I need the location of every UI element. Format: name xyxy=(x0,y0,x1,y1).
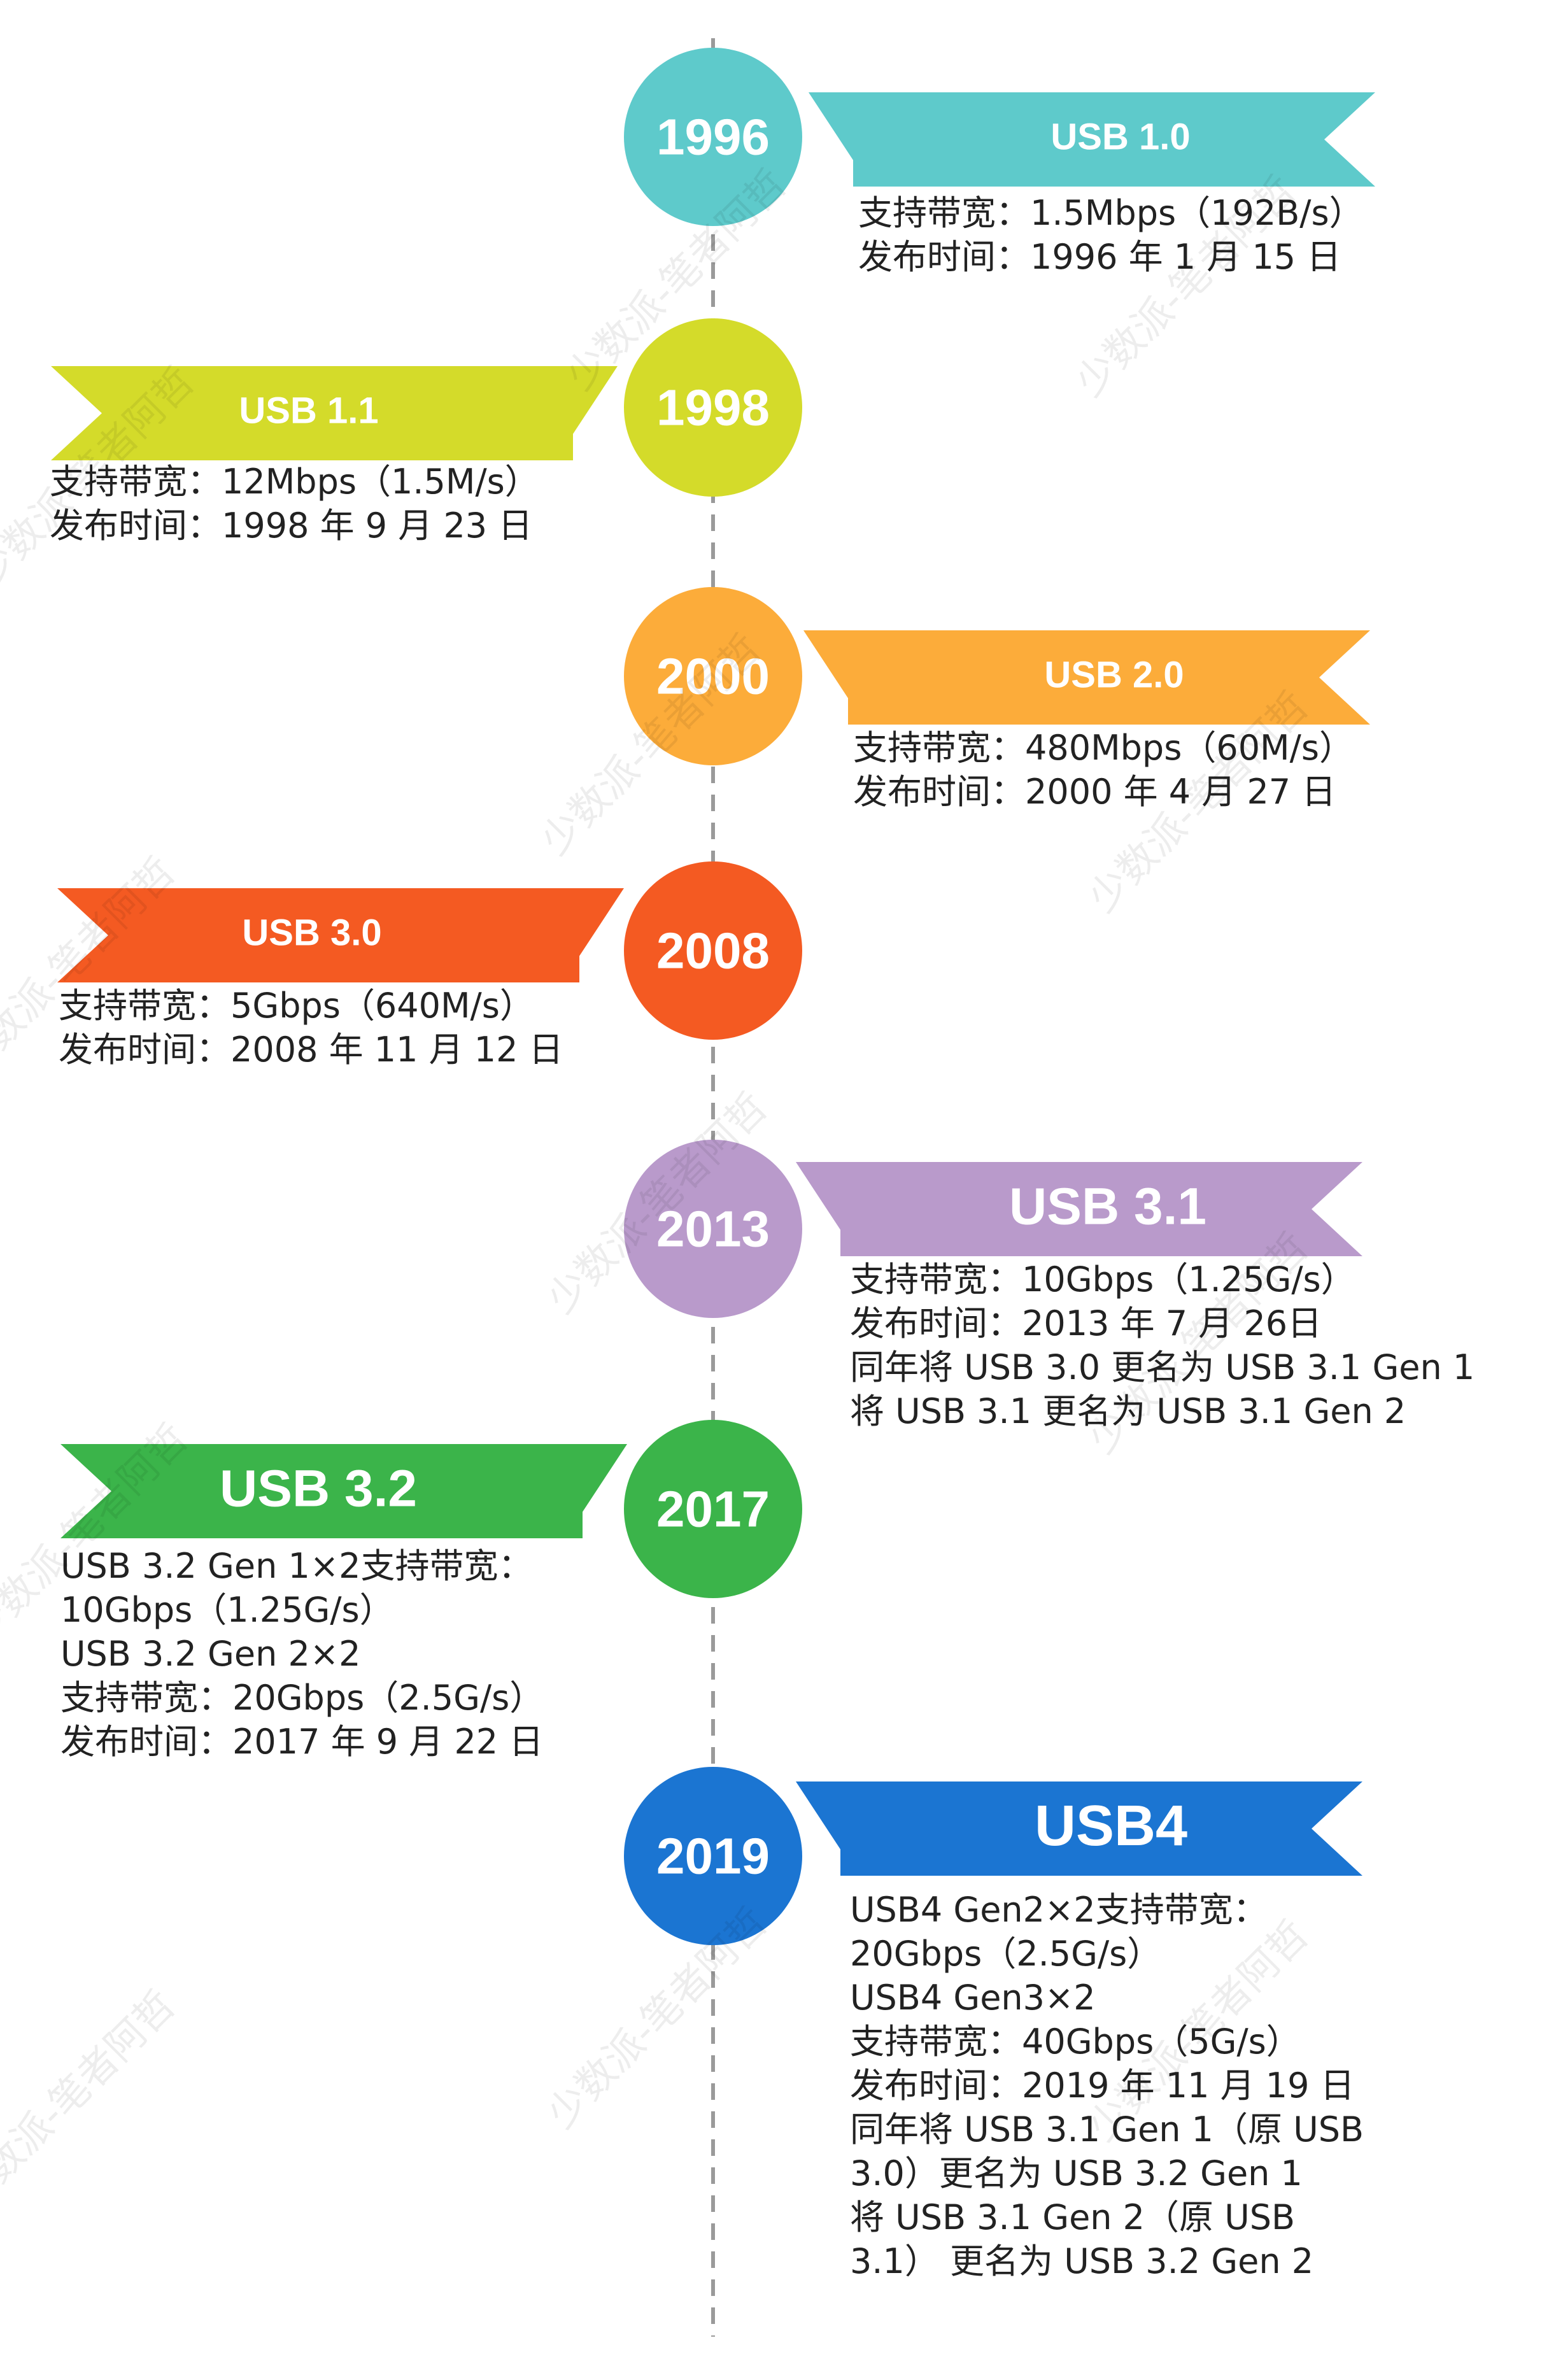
description-line: 发布时间：1998 年 9 月 23 日 xyxy=(50,506,533,546)
description-line: 发布时间：2008 年 11 月 12 日 xyxy=(59,1030,563,1070)
description-line: 支持带宽：40Gbps（5G/s） xyxy=(850,2022,1301,2062)
year-label-1998: 1998 xyxy=(656,379,770,436)
description-line: 3.0）更名为 USB 3.2 Gen 1 xyxy=(850,2153,1303,2193)
year-label-2000: 2000 xyxy=(656,648,770,705)
description-line: 支持带宽：20Gbps（2.5G/s） xyxy=(60,1678,544,1718)
ribbon-label-2019: USB4 xyxy=(1035,1794,1187,1858)
description-2000: 支持带宽：480Mbps（60M/s） 发布时间：2000 年 4 月 27 日 xyxy=(853,726,1354,814)
description-line: 10Gbps（1.25G/s） xyxy=(60,1590,394,1630)
description-2013: 支持带宽：10Gbps（1.25G/s） 发布时间：2013 年 7 月 26日同… xyxy=(850,1257,1475,1433)
ribbon-label-2008: USB 3.0 xyxy=(242,912,381,954)
description-line: 发布时间：1996 年 1 月 15 日 xyxy=(858,237,1341,277)
description-line: 同年将 USB 3.1 Gen 1（原 USB xyxy=(850,2109,1364,2150)
description-line: 将 USB 3.1 Gen 2（原 USB xyxy=(850,2197,1296,2237)
ribbon-label-2013: USB 3.1 xyxy=(1009,1178,1206,1236)
description-line: 20Gbps（2.5G/s） xyxy=(850,1934,1162,1974)
description-line: USB 3.2 Gen 2×2 xyxy=(60,1634,361,1674)
description-line: 3.1） 更名为 USB 3.2 Gen 2 xyxy=(850,2241,1314,2281)
ribbon-label-1998: USB 1.1 xyxy=(239,390,378,432)
description-line: 将 USB 3.1 更名为 USB 3.1 Gen 2 xyxy=(850,1391,1406,1431)
description-line: 支持带宽：1.5Mbps（192B/s） xyxy=(858,193,1364,233)
description-line: USB4 Gen2×2支持带宽： xyxy=(850,1890,1268,1930)
description-line: 发布时间：2017 年 9 月 22 日 xyxy=(60,1722,544,1762)
year-label-1996: 1996 xyxy=(656,109,770,166)
description-1998: 支持带宽：12Mbps（1.5M/s） 发布时间：1998 年 9 月 23 日 xyxy=(50,460,539,548)
year-label-2008: 2008 xyxy=(656,923,770,979)
description-line: 支持带宽：5Gbps（640M/s） xyxy=(59,986,534,1026)
description-line: USB4 Gen3×2 xyxy=(850,1978,1096,2018)
description-line: USB 3.2 Gen 1×2支持带宽： xyxy=(60,1546,533,1586)
ribbon-label-2017: USB 3.2 xyxy=(220,1460,417,1518)
description-line: 支持带宽：480Mbps（60M/s） xyxy=(853,728,1354,768)
year-label-2017: 2017 xyxy=(656,1481,770,1538)
description-2019: USB4 Gen2×2支持带宽： 20Gbps（2.5G/s） USB4 Gen3×… xyxy=(850,1888,1364,2283)
description-line: 发布时间：2000 年 4 月 27 日 xyxy=(853,772,1336,812)
description-line: 支持带宽：10Gbps（1.25G/s） xyxy=(850,1259,1355,1300)
description-line: 同年将 USB 3.0 更名为 USB 3.1 Gen 1 xyxy=(850,1347,1475,1387)
year-label-2019: 2019 xyxy=(656,1828,770,1885)
description-line: 发布时间：2013 年 7 月 26日 xyxy=(850,1303,1322,1343)
ribbon-label-1996: USB 1.0 xyxy=(1050,117,1190,158)
description-2008: 支持带宽：5Gbps（640M/s） 发布时间：2008 年 11 月 12 日 xyxy=(59,984,563,1072)
description-line: 发布时间：2019 年 11 月 19 日 xyxy=(850,2065,1355,2106)
year-label-2013: 2013 xyxy=(656,1201,770,1257)
description-2017: USB 3.2 Gen 1×2支持带宽： 10Gbps（1.25G/s） USB 3… xyxy=(60,1544,544,1764)
description-1996: 支持带宽：1.5Mbps（192B/s） 发布时间：1996 年 1 月 15 日 xyxy=(858,191,1364,279)
description-line: 支持带宽：12Mbps（1.5M/s） xyxy=(50,462,539,502)
ribbon-label-2000: USB 2.0 xyxy=(1044,655,1184,696)
